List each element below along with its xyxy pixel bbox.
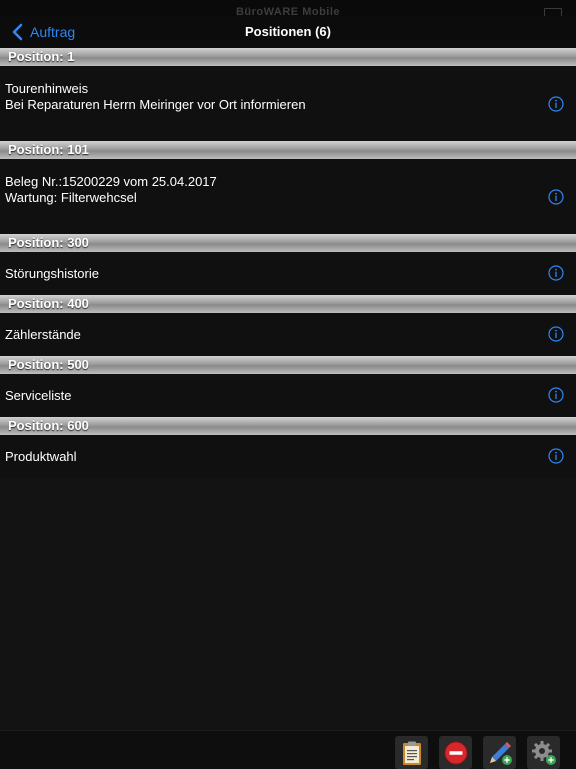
edit-add-button[interactable] (483, 736, 516, 769)
list-item-text: Beleg Nr.:15200229 vom 25.04.2017 Wartun… (5, 174, 217, 206)
list-item-line: Beleg Nr.:15200229 vom 25.04.2017 (5, 174, 217, 189)
list-item-position-101[interactable]: Beleg Nr.:15200229 vom 25.04.2017 Wartun… (0, 159, 576, 234)
list-item-line: Störungshistorie (5, 266, 99, 281)
section-header-position-1: Position: 1 (0, 48, 576, 66)
list-item-text: Produktwahl (5, 449, 77, 465)
list-item-text: Störungshistorie (5, 266, 99, 282)
section-header-position-500: Position: 500 (0, 356, 576, 374)
info-icon[interactable] (548, 96, 564, 112)
list-item-text: Zählerstände (5, 327, 81, 343)
list-item-line: Zählerstände (5, 327, 81, 342)
list-item-line: Tourenhinweis (5, 81, 89, 96)
info-icon[interactable] (548, 189, 564, 205)
info-icon[interactable] (548, 387, 564, 403)
list-item-position-1[interactable]: Tourenhinweis Bei Reparaturen Herrn Meir… (0, 66, 576, 141)
list-item-position-300[interactable]: Störungshistorie (0, 252, 576, 295)
bottom-toolbar (0, 730, 576, 769)
list-item-text: Tourenhinweis Bei Reparaturen Herrn Meir… (5, 81, 306, 113)
info-icon[interactable] (548, 448, 564, 464)
clipboard-button[interactable] (395, 736, 428, 769)
remove-icon (444, 741, 468, 765)
list-item-text: Serviceliste (5, 388, 71, 404)
settings-add-icon (532, 741, 556, 765)
list-item-position-400[interactable]: Zählerstände (0, 313, 576, 356)
page-title: Positionen (6) (245, 24, 331, 39)
list-item-line: Wartung: Filterwehcsel (5, 190, 137, 205)
info-icon[interactable] (548, 265, 564, 281)
status-bar: BüroWARE Mobile (0, 0, 576, 16)
list-item-line: Bei Reparaturen Herrn Meiringer vor Ort … (5, 97, 306, 112)
list-item-line: Serviceliste (5, 388, 72, 403)
list-item-position-600[interactable]: Produktwahl (0, 435, 576, 478)
clipboard-icon (403, 741, 421, 765)
positions-list: Position: 1 Tourenhinweis Bei Reparature… (0, 48, 576, 478)
section-header-position-101: Position: 101 (0, 141, 576, 159)
list-item-position-500[interactable]: Serviceliste (0, 374, 576, 417)
section-header-position-600: Position: 600 (0, 417, 576, 435)
edit-add-icon (490, 742, 512, 765)
list-item-line: Produktwahl (5, 449, 77, 464)
info-icon[interactable] (548, 326, 564, 342)
section-header-position-400: Position: 400 (0, 295, 576, 313)
section-header-position-300: Position: 300 (0, 234, 576, 252)
folder-icon (544, 8, 562, 16)
navigation-bar: Auftrag Positionen (6) (0, 16, 576, 48)
remove-button[interactable] (439, 736, 472, 769)
app-title-ghost: BüroWARE Mobile (235, 6, 341, 16)
settings-add-button[interactable] (527, 736, 560, 769)
